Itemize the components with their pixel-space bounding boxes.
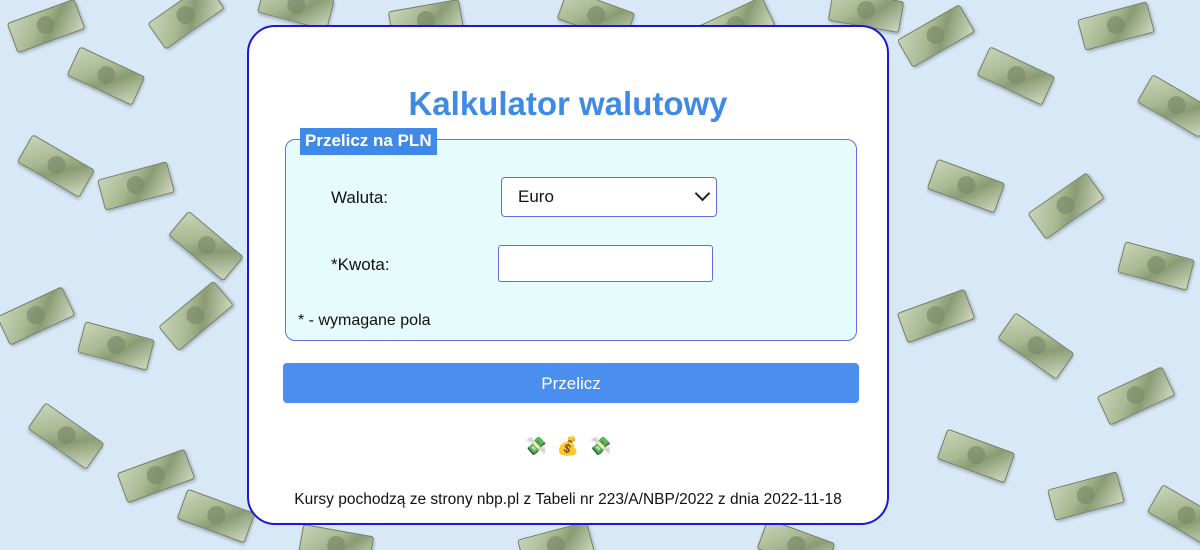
chevron-down-icon [694, 185, 711, 202]
bill-decoration [1146, 484, 1200, 548]
bill-decoration [158, 280, 234, 352]
money-with-wings-icon: 💸 [588, 436, 612, 457]
bill-decoration [1077, 1, 1155, 51]
amount-input[interactable] [498, 245, 713, 282]
currency-select[interactable]: Euro [501, 177, 717, 217]
bill-decoration [896, 288, 976, 344]
bill-decoration [1027, 172, 1105, 240]
bill-decoration [6, 0, 86, 54]
conversion-fieldset: Przelicz na PLN Waluta: Euro *Kwota: * -… [285, 128, 857, 341]
convert-button[interactable]: Przelicz [283, 363, 859, 403]
bill-decoration [976, 46, 1056, 106]
money-emoji-row: 💸 💰 💸 [249, 436, 887, 457]
bill-decoration [27, 402, 105, 470]
currency-select-value: Euro [518, 187, 554, 206]
bill-decoration [147, 0, 225, 50]
bill-decoration [926, 158, 1006, 214]
bill-decoration [517, 521, 595, 550]
rates-source-footer: Kursy pochodzą ze strony nbp.pl z Tabeli… [294, 491, 842, 508]
bill-decoration [66, 46, 146, 106]
fieldset-legend: Przelicz na PLN [300, 128, 437, 155]
bill-decoration [77, 321, 155, 371]
bill-decoration [116, 448, 196, 504]
bill-decoration [1047, 471, 1125, 521]
bill-decoration [936, 428, 1016, 484]
bill-decoration [896, 4, 976, 68]
page-title: Kalkulator walutowy [408, 85, 728, 122]
bill-decoration [1096, 366, 1176, 426]
money-bag-icon: 💰 [556, 436, 580, 457]
calculator-card: Kalkulator walutowy Przelicz na PLN Walu… [247, 25, 889, 525]
bill-decoration [1117, 241, 1195, 291]
bill-decoration [97, 161, 175, 211]
required-fields-note: * - wymagane pola [298, 312, 431, 329]
bill-decoration [176, 488, 256, 544]
bill-decoration [0, 286, 76, 346]
bill-decoration [1136, 74, 1200, 138]
currency-label: Waluta: [331, 188, 389, 207]
amount-label: *Kwota: [331, 255, 390, 274]
bill-decoration [997, 312, 1075, 380]
bill-decoration [16, 134, 96, 198]
bill-decoration [297, 523, 375, 550]
money-with-wings-icon: 💸 [524, 436, 548, 457]
bill-decoration [168, 210, 244, 282]
